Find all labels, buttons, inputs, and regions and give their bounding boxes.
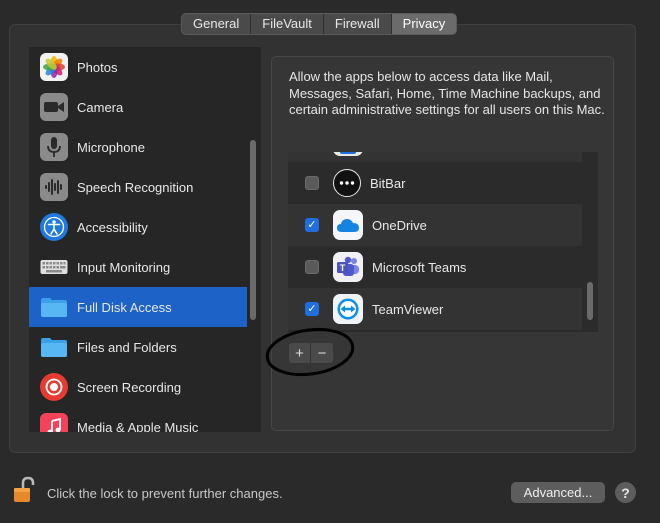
annotation-ellipse [265,327,355,377]
sidebar-item-label: Media & Apple Music [77,419,199,433]
sidebar-item-microphone[interactable]: Microphone [29,127,247,167]
app-list-scrollbar[interactable] [587,282,593,320]
sidebar-item-speech-recognition[interactable]: Speech Recognition [29,167,247,207]
lock-icon[interactable] [13,476,35,504]
sidebar-item-label: Files and Folders [77,339,177,355]
tab-firewall[interactable]: Firewall [324,14,392,34]
folder-icon [40,293,68,321]
sidebar-item-input-monitoring[interactable]: Input Monitoring [29,247,247,287]
sidebar-item-photos[interactable]: Photos [29,47,247,87]
tab-privacy[interactable]: Privacy [391,14,457,34]
sidebar-item-screen-recording[interactable]: Screen Recording [29,367,247,407]
speech-recognition-icon [40,173,68,201]
sidebar-item-label: Camera [77,99,124,115]
app-row-bitbar[interactable]: BitBar [288,162,582,204]
app-row-onedrive[interactable]: ✓ OneDrive [288,204,582,246]
bitbar-icon [333,169,361,197]
privacy-category-list: Photos Camera Microphone Speech Recognit… [29,47,261,432]
teamviewer-icon [333,294,363,324]
sidebar-item-label: Photos [77,59,118,75]
app-name: BitBar [370,175,406,191]
app-list: BitBar ✓ OneDrive T Microsoft Teams ✓ Te… [288,152,598,332]
app-name: TeamViewer [372,301,444,317]
list-item [288,152,582,162]
sidebar-item-files-and-folders[interactable]: Files and Folders [29,327,247,367]
tab-general[interactable]: General [182,14,252,34]
sidebar-item-label: Input Monitoring [77,259,171,275]
camera-icon [40,93,68,121]
accessibility-icon [40,213,68,241]
lock-status-text: Click the lock to prevent further change… [47,486,283,501]
app-name: OneDrive [372,217,427,233]
app-row-microsoft-teams[interactable]: T Microsoft Teams [288,246,582,288]
onedrive-checkbox[interactable]: ✓ [305,218,319,232]
help-button[interactable]: ? [615,482,636,503]
teams-icon: T [333,252,363,282]
tab-filevault[interactable]: FileVault [251,14,324,34]
keyboard-icon [40,253,68,281]
sidebar-item-media-apple-music[interactable]: Media & Apple Music [29,407,247,432]
app-row-teamviewer[interactable]: ✓ TeamViewer [288,288,582,330]
screen-recording-icon [40,373,68,401]
microphone-icon [40,133,68,161]
app-name: Microsoft Teams [372,259,467,275]
sidebar-item-label: Speech Recognition [77,179,194,195]
sidebar-item-label: Accessibility [77,219,148,235]
app-icon [333,152,363,156]
sidebar-item-accessibility[interactable]: Accessibility [29,207,247,247]
sidebar-item-label: Screen Recording [77,379,182,395]
sidebar-item-full-disk-access[interactable]: Full Disk Access [29,287,247,327]
panel-description: Allow the apps below to access data like… [289,69,605,117]
onedrive-icon [333,210,363,240]
tab-bar: General FileVault Firewall Privacy [181,13,458,35]
photos-icon [40,53,68,81]
music-icon [40,413,68,432]
bitbar-checkbox[interactable] [305,176,319,190]
sidebar-item-camera[interactable]: Camera [29,87,247,127]
sidebar-scrollbar[interactable] [250,140,256,320]
teamviewer-checkbox[interactable]: ✓ [305,302,319,316]
sidebar-item-label: Full Disk Access [77,299,172,315]
svg-text:T: T [340,263,346,273]
folder-icon [40,333,68,361]
sidebar-item-label: Microphone [77,139,145,155]
microsoft-teams-checkbox[interactable] [305,260,319,274]
advanced-button[interactable]: Advanced... [511,482,605,503]
